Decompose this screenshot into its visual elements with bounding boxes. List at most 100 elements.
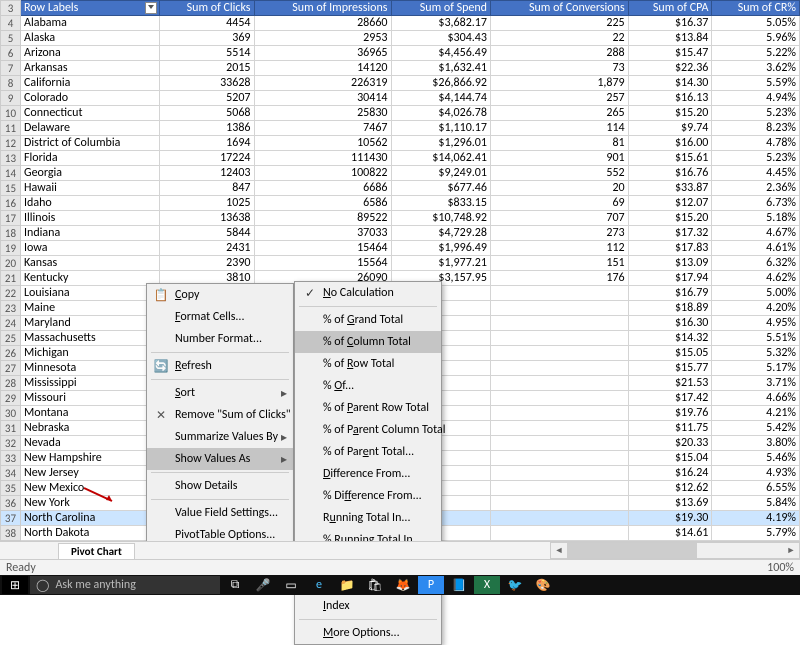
cell[interactable]: 6586 <box>254 196 391 211</box>
cell[interactable]: $18.89 <box>628 301 712 316</box>
cell[interactable]: $13.84 <box>628 31 712 46</box>
cell[interactable]: Mississippi <box>21 376 160 391</box>
cell[interactable]: $22.36 <box>628 61 712 76</box>
cell[interactable]: 5.51% <box>712 331 800 346</box>
menu-item[interactable]: More Options... <box>295 622 441 644</box>
cell[interactable]: 3.80% <box>712 436 800 451</box>
row-number[interactable]: 31 <box>1 421 21 436</box>
cell[interactable]: District of Columbia <box>21 136 160 151</box>
cell[interactable]: 2431 <box>159 241 254 256</box>
cell[interactable]: 5.23% <box>712 106 800 121</box>
cell[interactable]: Iowa <box>21 241 160 256</box>
cell[interactable]: New Hampshire <box>21 451 160 466</box>
cell[interactable]: 1694 <box>159 136 254 151</box>
cell[interactable]: 5.32% <box>712 346 800 361</box>
excel-icon[interactable]: X <box>474 576 500 594</box>
cell[interactable]: 288 <box>490 46 628 61</box>
cell[interactable] <box>490 391 628 406</box>
row-number[interactable]: 12 <box>1 136 21 151</box>
cell[interactable]: $26,866.92 <box>391 76 490 91</box>
row-number[interactable]: 38 <box>1 526 21 541</box>
cell[interactable]: 5068 <box>159 106 254 121</box>
store-icon[interactable]: 🛍 <box>362 576 388 594</box>
twitter-icon[interactable]: 🐦 <box>502 576 528 594</box>
cell[interactable]: 6.32% <box>712 256 800 271</box>
cell[interactable]: Arizona <box>21 46 160 61</box>
row-number[interactable]: 16 <box>1 196 21 211</box>
row-number[interactable]: 34 <box>1 466 21 481</box>
cell[interactable]: $833.15 <box>391 196 490 211</box>
cell[interactable]: 13638 <box>159 211 254 226</box>
col-header[interactable]: Row Labels <box>21 1 160 16</box>
cell[interactable]: 273 <box>490 226 628 241</box>
row-number[interactable]: 18 <box>1 226 21 241</box>
row-number[interactable]: 35 <box>1 481 21 496</box>
menu-item[interactable]: % of Column Total <box>295 331 441 353</box>
cell[interactable]: Louisiana <box>21 286 160 301</box>
cell[interactable]: Michigan <box>21 346 160 361</box>
cell[interactable]: 89522 <box>254 211 391 226</box>
cell[interactable]: New Jersey <box>21 466 160 481</box>
firefox-icon[interactable]: 🦊 <box>390 576 416 594</box>
cell[interactable]: Massachusetts <box>21 331 160 346</box>
row-number[interactable]: 17 <box>1 211 21 226</box>
cell[interactable]: 4.93% <box>712 466 800 481</box>
menu-item[interactable]: No Calculation <box>295 282 441 304</box>
cell[interactable]: 1386 <box>159 121 254 136</box>
cell[interactable]: $4,729.28 <box>391 226 490 241</box>
cell[interactable]: 100822 <box>254 166 391 181</box>
cell[interactable]: 257 <box>490 91 628 106</box>
cell[interactable]: 4.45% <box>712 166 800 181</box>
cell[interactable]: $4,026.78 <box>391 106 490 121</box>
cell[interactable]: $4,456.49 <box>391 46 490 61</box>
cell[interactable]: $15.04 <box>628 451 712 466</box>
cell[interactable]: 6.55% <box>712 481 800 496</box>
cell[interactable]: $16.00 <box>628 136 712 151</box>
cell[interactable]: $17.83 <box>628 241 712 256</box>
cell[interactable]: 111430 <box>254 151 391 166</box>
windows-taskbar[interactable]: ⊞ ◯Ask me anything ⧉ 🎤 ▭ e 📁 🛍 🦊 P 📘 X 🐦… <box>0 575 800 595</box>
cell[interactable]: 5.17% <box>712 361 800 376</box>
cell[interactable]: Kansas <box>21 256 160 271</box>
row-number[interactable]: 25 <box>1 331 21 346</box>
cell[interactable] <box>490 286 628 301</box>
row-number[interactable]: 20 <box>1 256 21 271</box>
col-header[interactable]: Sum of CPA <box>628 1 712 16</box>
tab-pivot-chart[interactable]: Pivot Chart <box>58 543 135 559</box>
menu-item[interactable]: Value Field Settings... <box>147 502 293 524</box>
row-number[interactable]: 19 <box>1 241 21 256</box>
cell[interactable] <box>490 301 628 316</box>
cell[interactable]: Maine <box>21 301 160 316</box>
col-header[interactable]: Sum of Conversions <box>490 1 628 16</box>
cell[interactable]: $16.30 <box>628 316 712 331</box>
cell[interactable]: 22 <box>490 31 628 46</box>
cell[interactable]: 5844 <box>159 226 254 241</box>
cell[interactable]: 901 <box>490 151 628 166</box>
cell[interactable]: $16.76 <box>628 166 712 181</box>
cell[interactable]: Minnesota <box>21 361 160 376</box>
row-number[interactable]: 22 <box>1 286 21 301</box>
cell[interactable]: $16.37 <box>628 16 712 31</box>
cell[interactable]: $14,062.41 <box>391 151 490 166</box>
cell[interactable]: $677.46 <box>391 181 490 196</box>
cell[interactable]: 2015 <box>159 61 254 76</box>
menu-item[interactable]: Format Cells... <box>147 306 293 328</box>
cell[interactable]: 5.59% <box>712 76 800 91</box>
cell[interactable]: 1025 <box>159 196 254 211</box>
cell[interactable] <box>490 376 628 391</box>
cell[interactable]: 265 <box>490 106 628 121</box>
cell[interactable]: 20 <box>490 181 628 196</box>
cell[interactable]: $1,632.41 <box>391 61 490 76</box>
cell[interactable]: 4.20% <box>712 301 800 316</box>
cell[interactable]: Illinois <box>21 211 160 226</box>
col-header[interactable]: Sum of Impressions <box>254 1 391 16</box>
cell[interactable]: 5.42% <box>712 421 800 436</box>
cell[interactable]: $10,748.92 <box>391 211 490 226</box>
cell[interactable]: 73 <box>490 61 628 76</box>
scroll-left-icon[interactable]: ◄ <box>551 543 567 558</box>
cell[interactable]: 6.73% <box>712 196 800 211</box>
cell[interactable] <box>490 496 628 511</box>
cell[interactable]: 5.79% <box>712 526 800 541</box>
cell[interactable]: $304.43 <box>391 31 490 46</box>
cell[interactable]: Kentucky <box>21 271 160 286</box>
